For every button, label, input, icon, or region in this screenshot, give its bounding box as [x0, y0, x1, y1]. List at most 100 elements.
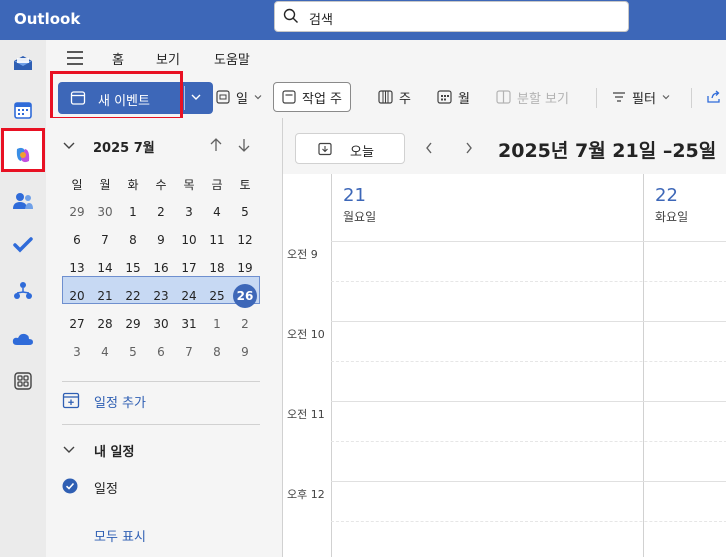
mini-calendar-title[interactable]: 2025 7월 [93, 137, 155, 156]
day-cell[interactable]: 24 [175, 289, 203, 303]
day-cell[interactable]: 1 [119, 205, 147, 219]
day-cell[interactable]: 20 [63, 289, 91, 303]
split-view-label: 분할 보기 [517, 91, 569, 107]
day-cell[interactable]: 7 [91, 233, 119, 247]
my-calendars-heading[interactable]: 내 일정 [94, 441, 134, 460]
weekday-label: 화 [127, 177, 139, 192]
previous-month-arrow-icon[interactable] [209, 137, 223, 157]
onedrive-icon[interactable] [8, 324, 38, 354]
new-event-highlight-box [50, 71, 183, 120]
new-event-dropdown-chevron-icon[interactable] [190, 91, 202, 107]
people-icon[interactable] [8, 186, 38, 216]
apps-icon[interactable] [8, 366, 38, 396]
day-cell[interactable]: 2 [147, 205, 175, 219]
day-cell[interactable]: 30 [147, 317, 175, 331]
split-view-button[interactable]: 분할 보기 [496, 82, 569, 112]
search-input[interactable]: 검색 [309, 9, 333, 28]
filter-button[interactable]: 필터 [612, 82, 678, 112]
next-week-arrow-icon[interactable] [464, 141, 474, 159]
app-rail [0, 40, 46, 557]
tab-view[interactable]: 보기 [156, 49, 180, 68]
work-week-view-button[interactable]: 작업 주 [273, 82, 352, 112]
date-range-chevron-icon[interactable] [702, 143, 714, 159]
day-cell[interactable]: 29 [63, 205, 91, 219]
day-cell[interactable]: 4 [91, 345, 119, 359]
day-cell[interactable]: 17 [175, 261, 203, 275]
calendar-nav-pane: 2025 7월 일 월 화 수 목 금 토 29 30 1 2 3 4 5 6 … [46, 118, 282, 557]
today-day-cell[interactable]: 26 [231, 284, 259, 308]
day-cell[interactable]: 31 [175, 317, 203, 331]
today-label: 오늘 [350, 145, 374, 160]
share-button[interactable] [706, 82, 726, 112]
day-cell[interactable]: 19 [231, 261, 259, 275]
mail-icon[interactable] [8, 48, 38, 78]
week-row: 6 7 8 9 10 11 12 [63, 226, 259, 254]
day-cell[interactable]: 14 [91, 261, 119, 275]
calendar-list-item[interactable]: 일정 [94, 478, 118, 497]
day-cell[interactable]: 9 [147, 233, 175, 247]
show-all-link[interactable]: 모두 표시 [94, 526, 146, 545]
day-cell[interactable]: 4 [203, 205, 231, 219]
day-cell[interactable]: 27 [63, 317, 91, 331]
tab-help[interactable]: 도움말 [214, 49, 250, 68]
day-cell[interactable]: 3 [63, 345, 91, 359]
next-month-arrow-icon[interactable] [237, 137, 251, 157]
day-cell[interactable]: 13 [63, 261, 91, 275]
filter-label: 필터 [632, 91, 656, 107]
app-title[interactable]: Outlook [14, 10, 80, 28]
day-cell[interactable]: 10 [175, 233, 203, 247]
time-label: 오전 9 [287, 248, 318, 261]
day-cell[interactable]: 8 [119, 233, 147, 247]
day-cell[interactable]: 16 [147, 261, 175, 275]
weekday-label: 금 [211, 177, 223, 192]
day-cell[interactable]: 18 [203, 261, 231, 275]
day-cell[interactable]: 5 [119, 345, 147, 359]
day-cell[interactable]: 15 [119, 261, 147, 275]
weekday-label: 일 [71, 177, 83, 192]
day-number: 21 [343, 185, 366, 206]
day-view-button[interactable]: 일 [216, 82, 270, 112]
day-cell[interactable]: 30 [91, 205, 119, 219]
day-cell[interactable]: 3 [175, 205, 203, 219]
add-calendar-link[interactable]: 일정 추가 [94, 392, 146, 411]
share-icon [707, 90, 720, 103]
day-cell[interactable]: 23 [147, 289, 175, 303]
collapse-chevron-icon[interactable] [62, 140, 76, 156]
day-cell[interactable]: 21 [91, 289, 119, 303]
checkmark-circle-icon[interactable] [62, 478, 78, 498]
day-cell[interactable]: 7 [175, 345, 203, 359]
day-cell[interactable]: 29 [119, 317, 147, 331]
add-calendar-icon [62, 391, 80, 413]
day-cell[interactable]: 28 [91, 317, 119, 331]
day-column-header[interactable]: 22 화요일 [643, 174, 726, 241]
day-cell[interactable]: 5 [231, 205, 259, 219]
day-cell[interactable]: 22 [119, 289, 147, 303]
week-view-button[interactable]: 주 [378, 82, 411, 112]
selected-week-row: 20 21 22 23 24 25 26 [63, 282, 259, 310]
search-box[interactable]: 검색 [274, 1, 629, 32]
todo-icon[interactable] [8, 230, 38, 260]
my-calendars-chevron-icon[interactable] [62, 444, 76, 460]
day-cell[interactable]: 2 [231, 317, 259, 331]
mini-calendar-grid: 일 월 화 수 목 금 토 29 30 1 2 3 4 5 6 7 8 9 10… [63, 170, 259, 366]
previous-week-arrow-icon[interactable] [424, 141, 434, 159]
day-cell[interactable]: 9 [231, 345, 259, 359]
day-cell[interactable]: 8 [203, 345, 231, 359]
day-cell[interactable]: 11 [203, 233, 231, 247]
calendar-icon[interactable] [8, 95, 38, 125]
month-view-button[interactable]: 월 [437, 82, 470, 112]
day-cell[interactable]: 12 [231, 233, 259, 247]
day-cell[interactable]: 1 [203, 317, 231, 331]
day-column-header[interactable]: 21 월요일 [331, 174, 643, 241]
tab-home[interactable]: 홈 [112, 49, 124, 68]
today-button[interactable]: 오늘 [295, 133, 405, 164]
today-marker: 26 [233, 284, 257, 308]
copilot-icon[interactable] [8, 140, 38, 170]
menu-icon[interactable] [66, 51, 84, 69]
org-icon[interactable] [8, 276, 38, 306]
day-cell[interactable]: 6 [147, 345, 175, 359]
day-view-label: 일 [236, 91, 248, 107]
date-range-title[interactable]: 2025년 7월 21일 –25일 [498, 136, 716, 163]
day-cell[interactable]: 25 [203, 289, 231, 303]
day-cell[interactable]: 6 [63, 233, 91, 247]
